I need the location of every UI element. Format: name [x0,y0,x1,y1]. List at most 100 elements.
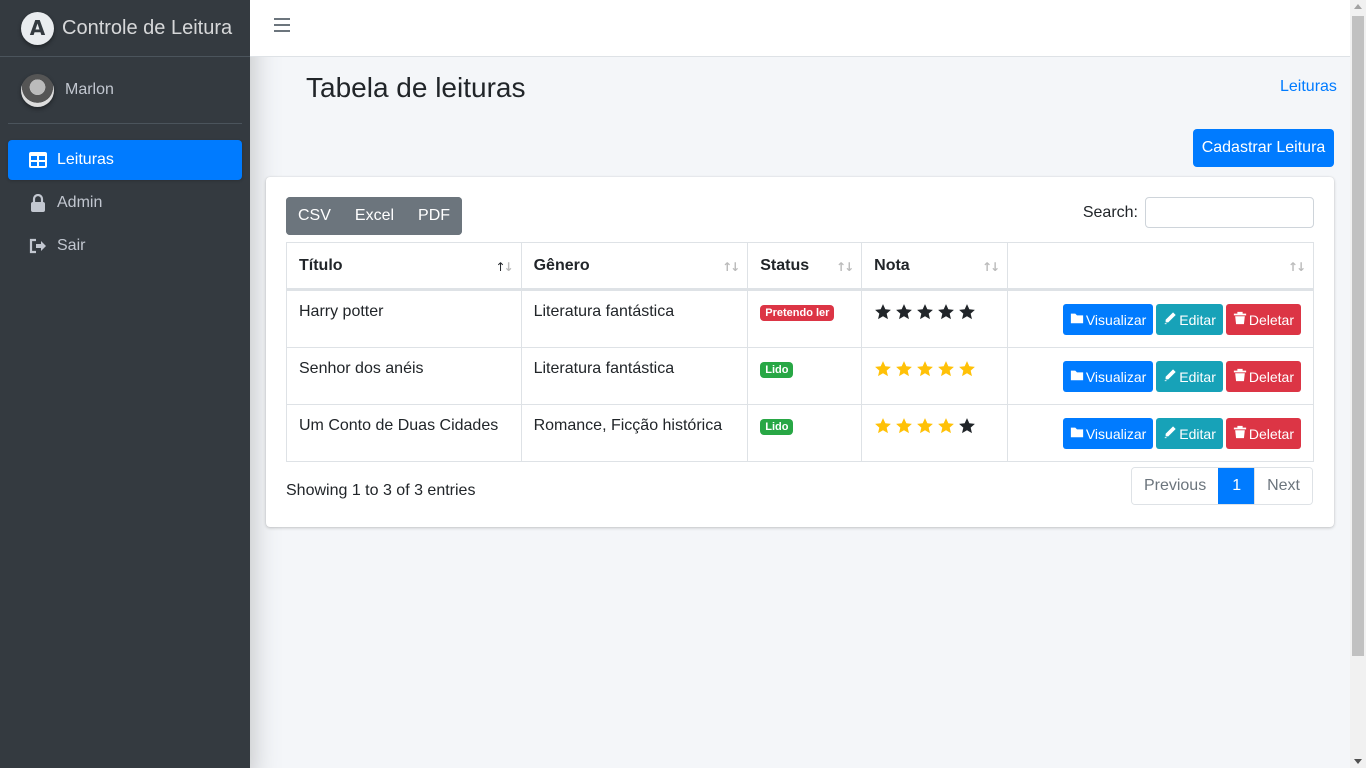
scroll-up-icon[interactable] [1354,4,1362,9]
readings-card: CSV Excel PDF Search: Título ↑↓ Gênero ↑↓ … [266,177,1334,527]
column-header-label: Nota [874,256,910,274]
editar-button[interactable]: Editar [1156,418,1223,449]
cadastrar-leitura-button[interactable]: Cadastrar Leitura [1193,129,1334,167]
star-filled-icon [895,360,913,383]
editar-button[interactable]: Editar [1156,304,1223,335]
brand-link[interactable]: A Controle de Leitura [0,0,250,57]
cell-actions: Visualizar Editar Deletar [1007,289,1314,348]
cell-nota [861,347,1009,405]
deletar-button[interactable]: Deletar [1225,361,1301,392]
pencil-icon [1163,425,1177,442]
star-empty-icon [916,303,934,326]
cell-titulo: Harry potter [286,289,522,348]
star-rating [874,417,995,440]
star-filled-icon [916,417,934,440]
deletar-button[interactable]: Deletar [1225,418,1301,449]
page-1-button[interactable]: 1 [1218,468,1255,504]
page-title: Tabela de leituras [306,72,526,103]
deletar-button[interactable]: Deletar [1225,304,1301,335]
visualizar-label: Visualizar [1085,311,1147,328]
breadcrumb[interactable]: Leituras [1280,78,1337,96]
editar-label: Editar [1179,368,1216,385]
star-filled-icon [895,417,913,440]
cell-nota [861,404,1009,462]
visualizar-button[interactable]: Visualizar [1062,361,1154,392]
sidebar: A Controle de Leitura Marlon Leituras Ad… [0,0,250,768]
brand-name: Controle de Leitura [62,16,233,39]
visualizar-button[interactable]: Visualizar [1062,418,1154,449]
star-empty-icon [937,303,955,326]
menu-toggle-icon[interactable] [274,18,290,32]
table-row: Harry potter Literatura fantástica Prete… [286,289,1314,348]
editar-label: Editar [1179,425,1216,442]
page-scrollbar[interactable] [1350,0,1366,768]
sort-icon: ↑↓ [981,260,1000,274]
readings-table: Título ↑↓ Gênero ↑↓ Status ↑↓ Nota ↑↓ ↑↓ Har… [286,242,1314,462]
star-empty-icon [958,417,976,440]
status-badge: Lido [760,362,794,378]
cell-status: Lido [747,404,863,462]
top-navbar [250,0,1350,57]
previous-page-button[interactable]: Previous [1131,468,1219,504]
export-pdf-button[interactable]: PDF [406,197,463,235]
user-name[interactable]: Marlon [65,81,114,99]
lock-icon [28,193,48,213]
visualizar-label: Visualizar [1085,425,1147,442]
brand-logo: A [21,11,54,45]
column-header-titulo[interactable]: Título ↑↓ [286,242,522,291]
trash-icon [1233,311,1247,328]
column-header-label: Gênero [533,256,590,274]
row-actions: Visualizar Editar Deletar [1020,304,1301,335]
export-csv-button[interactable]: CSV [286,197,343,235]
cell-actions: Visualizar Editar Deletar [1007,347,1314,405]
star-empty-icon [958,303,976,326]
star-rating [874,360,995,383]
column-header-status[interactable]: Status ↑↓ [747,242,863,291]
trash-icon [1233,368,1247,385]
sort-asc-icon: ↑↓ [495,260,513,274]
table-header-row: Título ↑↓ Gênero ↑↓ Status ↑↓ Nota ↑↓ ↑↓ [286,242,1314,291]
search-input[interactable] [1145,197,1314,228]
sidebar-nav: Leituras Admin Sair [0,124,250,266]
sidebar-item-label: Sair [57,237,86,254]
scroll-down-icon[interactable] [1354,759,1362,764]
star-filled-icon [937,360,955,383]
row-actions: Visualizar Editar Deletar [1020,361,1301,392]
star-filled-icon [916,360,934,383]
export-button-group: CSV Excel PDF [286,197,463,235]
deletar-label: Deletar [1248,311,1294,328]
table-row: Um Conto de Duas Cidades Romance, Ficção… [286,404,1314,462]
folder-icon [1070,368,1084,385]
star-filled-icon [874,417,892,440]
visualizar-label: Visualizar [1085,368,1147,385]
editar-button[interactable]: Editar [1156,361,1223,392]
visualizar-button[interactable]: Visualizar [1062,304,1154,335]
trash-icon [1233,425,1247,442]
column-header-actions[interactable]: ↑↓ [1007,242,1314,291]
sidebar-item-label: Admin [57,194,103,211]
deletar-label: Deletar [1248,425,1294,442]
export-excel-button[interactable]: Excel [342,197,407,235]
table-row: Senhor dos anéis Literatura fantástica L… [286,347,1314,405]
avatar [21,73,54,107]
sidebar-item-sair[interactable]: Sair [8,226,242,266]
next-page-button[interactable]: Next [1254,468,1312,504]
cell-actions: Visualizar Editar Deletar [1007,404,1314,462]
cell-status: Lido [747,347,863,405]
sidebar-item-admin[interactable]: Admin [8,183,242,223]
cell-titulo: Senhor dos anéis [286,347,522,405]
sidebar-item-leituras[interactable]: Leituras [8,140,242,180]
cell-nota [861,289,1009,348]
pagination: Previous 1 Next [1130,467,1313,505]
star-rating [874,303,995,326]
cell-genero: Literatura fantástica [520,289,749,348]
column-header-genero[interactable]: Gênero ↑↓ [520,242,749,291]
folder-icon [1070,425,1084,442]
star-filled-icon [937,417,955,440]
user-panel[interactable]: Marlon [8,57,242,124]
column-header-label: Status [760,256,810,274]
star-filled-icon [874,360,892,383]
column-header-nota[interactable]: Nota ↑↓ [861,242,1009,291]
scroll-thumb[interactable] [1352,16,1364,656]
status-badge: Lido [760,419,794,435]
